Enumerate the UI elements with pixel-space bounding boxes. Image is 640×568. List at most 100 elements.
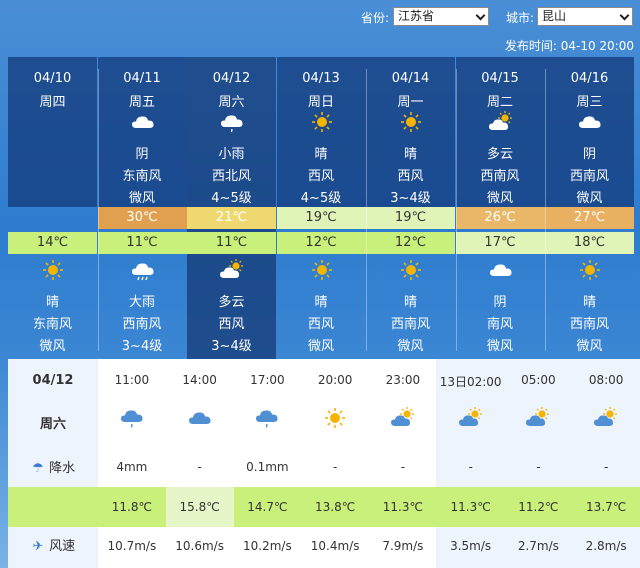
low-temp: 18℃ bbox=[545, 232, 634, 254]
rain-label-text: 降水 bbox=[49, 461, 76, 476]
hour-temp: 11.3℃ bbox=[369, 487, 437, 527]
column-separator bbox=[455, 69, 457, 351]
day-date: 04/15 bbox=[481, 71, 519, 86]
column-separator bbox=[545, 69, 546, 351]
light-rain-icon bbox=[219, 111, 245, 133]
wind-row-label: ✈ 风速 bbox=[8, 527, 98, 567]
hour-time: 11:00 bbox=[114, 373, 150, 387]
day-date: 04/11 bbox=[123, 71, 161, 86]
sun-icon bbox=[398, 111, 424, 133]
night-wind-level: 3~4级 bbox=[121, 339, 163, 354]
daily-forecast: 04/10 周四 14℃ 晴东南风 微风 04/11 周五阴东南风 微风 30℃ 11℃ 大雨 西南风… bbox=[8, 57, 640, 359]
day-wind-level: 4~5级 bbox=[211, 191, 252, 206]
day-weather: 晴 bbox=[403, 147, 417, 162]
day-column-04-16[interactable]: 04/16 周三阴西南风 微风 27℃ 18℃ 晴西南风 微风 bbox=[545, 57, 634, 359]
hour-temp: 11.3℃ bbox=[436, 487, 505, 527]
low-temp: 11℃ bbox=[97, 232, 187, 254]
partly-cloudy-icon bbox=[488, 111, 514, 133]
night-wind-dir: 西风 bbox=[307, 317, 334, 332]
day-weekday: 周二 bbox=[486, 95, 513, 110]
hourly-date: 04/12 bbox=[32, 373, 74, 388]
rain-row-label: ☂ 降水 bbox=[8, 449, 98, 489]
night-weather: 阴 bbox=[493, 295, 507, 310]
hour-temp: 13.7℃ bbox=[572, 487, 640, 527]
column-separator bbox=[366, 69, 367, 351]
day-wind-level: 微风 bbox=[576, 191, 603, 206]
day-weather: 阴 bbox=[582, 147, 596, 162]
day-wind-dir: 西北风 bbox=[211, 169, 251, 184]
day-date: 04/16 bbox=[570, 71, 609, 86]
day-column-04-12[interactable]: 04/12 周六 小雨 西北风 4~5级 21℃ 11℃ 多云 西风 3~4级 bbox=[187, 57, 276, 359]
low-temp: 12℃ bbox=[366, 232, 455, 254]
low-temp: 12℃ bbox=[276, 232, 366, 254]
partly-cloudy-icon bbox=[525, 407, 551, 429]
hour-temp: 11.8℃ bbox=[98, 487, 166, 527]
cloud-icon bbox=[577, 111, 603, 133]
high-temp: 19℃ bbox=[276, 207, 366, 229]
sun-icon bbox=[322, 407, 348, 429]
high-temp: 19℃ bbox=[366, 207, 455, 229]
day-column-04-13[interactable]: 04/13 周日晴西风 4~5级 19℃ 12℃ 晴西风 微风 bbox=[276, 57, 366, 359]
day-column-04-11[interactable]: 04/11 周五阴东南风 微风 30℃ 11℃ 大雨 西南风 3~4级 bbox=[97, 57, 187, 359]
hourly-forecast: 04/12 周六 ☂ 降水 🌡 气温 ✈ 风速 11:00 4mm 11.8℃ … bbox=[8, 359, 640, 568]
hour-time: 05:00 bbox=[521, 373, 556, 387]
hour-temp: 14.7℃ bbox=[233, 487, 302, 527]
column-separator bbox=[97, 69, 99, 351]
rain-icon: ☂ bbox=[32, 461, 44, 476]
night-weather: 晴 bbox=[403, 295, 417, 310]
province-select[interactable]: 江苏省 bbox=[393, 7, 489, 26]
hour-wind: 10.7m/s bbox=[107, 539, 157, 553]
day-date: 04/12 bbox=[212, 71, 251, 86]
hour-time: 17:00 bbox=[250, 373, 285, 387]
sun-icon bbox=[309, 111, 335, 133]
city-select-value: 昆山 bbox=[542, 9, 567, 23]
hour-temp: 11.2℃ bbox=[504, 487, 573, 527]
hour-wind: 3.5m/s bbox=[450, 539, 492, 553]
night-wind-dir: 西南风 bbox=[390, 317, 430, 332]
day-weekday: 周日 bbox=[307, 95, 334, 110]
day-wind-level: 4~5级 bbox=[300, 191, 342, 206]
hour-temp: 15.8℃ bbox=[165, 487, 234, 527]
partly-cloudy-icon bbox=[593, 407, 619, 429]
day-column-04-14[interactable]: 04/14 周一晴西风 3~4级 19℃ 12℃ 晴西南风 微风 bbox=[366, 57, 455, 359]
day-column-04-15[interactable]: 04/15 周二 多云 西南风 微风 26℃ 17℃ 阴南风 微风 bbox=[455, 57, 545, 359]
hour-rain: - bbox=[332, 460, 338, 474]
high-temp: 27℃ bbox=[545, 207, 634, 229]
cloud-icon bbox=[488, 259, 514, 281]
day-date: 04/14 bbox=[391, 71, 430, 86]
day-date: 04/10 bbox=[33, 71, 72, 86]
cloud-icon bbox=[187, 407, 213, 429]
partly-cloudy-icon bbox=[390, 407, 416, 429]
high-temp: 21℃ bbox=[187, 207, 276, 229]
day-wind-dir: 西风 bbox=[307, 169, 334, 184]
day-weather: 阴 bbox=[135, 147, 149, 162]
partly-cloudy-icon bbox=[458, 407, 484, 429]
night-wind-dir: 南风 bbox=[486, 317, 513, 332]
light-rain-icon bbox=[119, 407, 145, 429]
sun-icon bbox=[577, 259, 603, 281]
high-temp: 30℃ bbox=[97, 207, 187, 229]
night-wind-level: 微风 bbox=[486, 339, 513, 354]
wind-label-text: 风速 bbox=[49, 539, 76, 554]
cloud-icon bbox=[130, 111, 156, 133]
hour-time: 23:00 bbox=[385, 373, 421, 387]
night-wind-level: 微风 bbox=[397, 339, 424, 354]
day-column-04-10[interactable]: 04/10 周四 14℃ 晴东南风 微风 bbox=[8, 57, 97, 359]
partly-cloudy-icon bbox=[219, 259, 245, 281]
low-temp: 17℃ bbox=[455, 232, 545, 254]
low-temp: 11℃ bbox=[187, 232, 276, 254]
heavy-rain-icon bbox=[130, 259, 156, 281]
hourly-weekday: 周六 bbox=[39, 417, 66, 432]
hour-wind: 10.2m/s bbox=[243, 539, 292, 553]
day-wind-level: 3~4级 bbox=[390, 191, 431, 206]
city-select[interactable]: 昆山 bbox=[537, 7, 633, 26]
hour-rain: - bbox=[400, 460, 406, 474]
wind-icon: ✈ bbox=[32, 539, 44, 554]
night-wind-level: 3~4级 bbox=[211, 339, 252, 354]
hour-time: 08:00 bbox=[588, 373, 624, 387]
hour-time: 14:00 bbox=[182, 373, 217, 387]
night-wind-dir: 西南风 bbox=[569, 317, 609, 332]
sun-icon bbox=[40, 259, 66, 281]
province-select-value: 江苏省 bbox=[398, 9, 435, 23]
night-wind-level: 微风 bbox=[39, 339, 66, 354]
